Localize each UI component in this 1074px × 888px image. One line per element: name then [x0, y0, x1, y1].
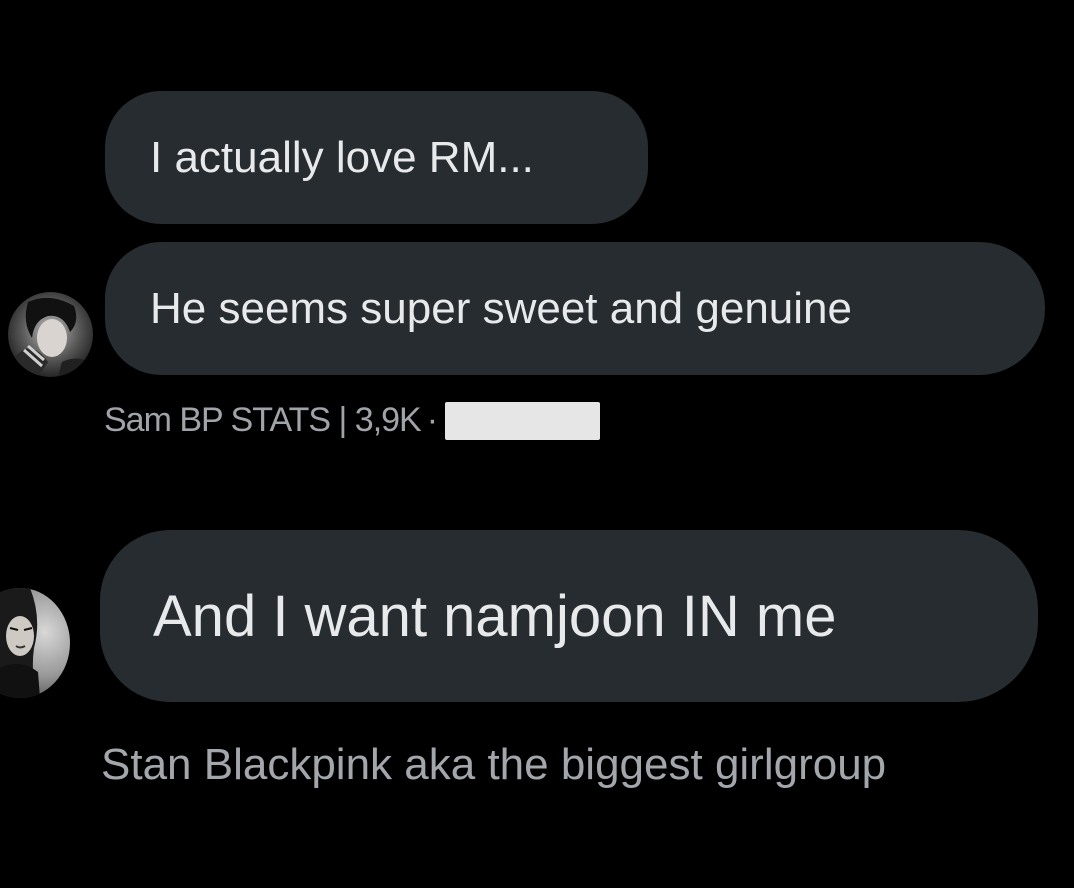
avatar[interactable] — [8, 292, 93, 377]
separator-dot: · — [426, 401, 438, 439]
sender-name[interactable]: Sam BP STATS | 3,9K — [104, 401, 422, 440]
avatar-photo-icon — [8, 292, 93, 377]
sender-meta: Sam BP STATS | 3,9K · — [104, 401, 601, 440]
message-text: He seems super sweet and genuine — [150, 283, 852, 333]
sender-meta: Stan Blackpink aka the biggest girlgroup — [101, 740, 886, 790]
message-text: And I want namjoon IN me — [153, 583, 837, 649]
message-text: I actually love RM... — [150, 132, 534, 182]
redaction-bar — [445, 401, 601, 440]
message-bubble[interactable]: I actually love RM... — [105, 91, 648, 224]
message-bubble[interactable]: He seems super sweet and genuine — [105, 242, 1045, 375]
avatar[interactable] — [0, 588, 70, 698]
avatar-photo-icon — [0, 588, 70, 698]
message-bubble[interactable]: And I want namjoon IN me — [100, 530, 1038, 702]
sender-name[interactable]: Stan Blackpink aka the biggest girlgroup — [101, 740, 886, 789]
